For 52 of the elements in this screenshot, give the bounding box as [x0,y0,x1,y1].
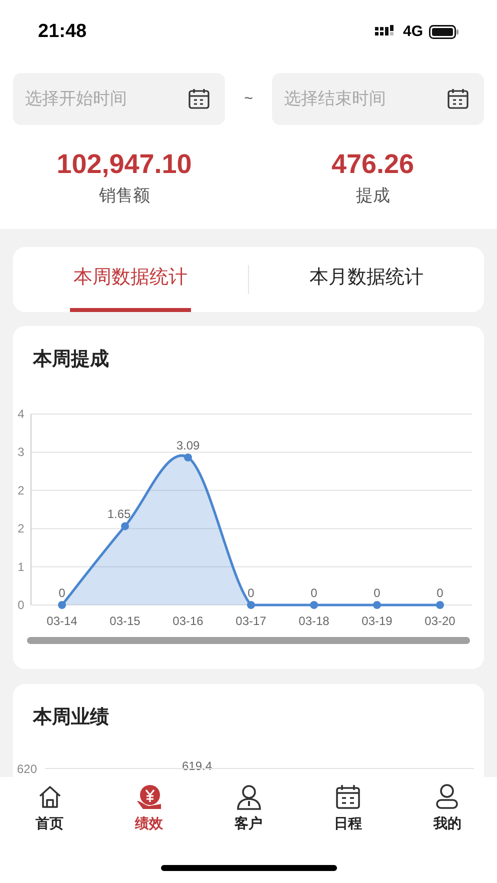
card-title: 本周提成 [32,348,110,372]
axis-label: 03-17 [236,614,266,628]
data-point [121,522,129,530]
summary-value: 476.26 [331,148,414,181]
axis-label: 2 [18,522,24,536]
axis-label: 620 [17,760,38,778]
axis-label: 03-14 [46,614,78,628]
calendar-icon [188,88,210,110]
network-type: 4G [402,22,423,42]
tab-bar-item[interactable]: 首页 [0,783,100,834]
data-label: 0 [248,586,254,600]
summary-label: 提成 [356,185,390,207]
tab-bar-item[interactable]: 客户 [198,783,298,834]
end-date-field[interactable]: 选择结束时间 [272,73,484,125]
axis-label: 03-16 [172,614,204,628]
axis-label: 1 [18,560,24,574]
data-point [58,601,66,609]
status-time: 21:48 [38,20,87,44]
axis-label: 3 [18,445,24,460]
data-label: 3.09 [176,438,200,452]
axis-label: 03-18 [298,614,330,628]
data-point [310,601,318,609]
tab-bar-item[interactable]: 日程 [298,783,398,834]
data-point [436,601,444,609]
yen-hand-icon [135,783,164,811]
axis-label: 4 [18,407,24,421]
axis-label: 03-15 [110,614,140,628]
data-label: 0 [58,586,66,600]
axis-label: 2 [18,483,24,498]
tab-bar-item[interactable]: 绩效 [99,783,199,834]
summary-label: 销售额 [98,185,150,207]
start-date-field[interactable]: 选择开始时间 [13,73,225,125]
tab[interactable]: 本周数据统计 [70,246,191,312]
data-label: 0 [310,586,318,600]
axis-label: 03-19 [362,614,392,628]
tab-bar-item[interactable]: 我的 [398,783,497,834]
data-point [247,601,255,609]
tab[interactable]: 本月数据统计 [306,246,427,312]
data-label: 0 [374,586,380,600]
calendar-icon [447,88,469,110]
card-title: 本周业绩 [32,706,110,730]
axis-label: 0 [18,598,24,612]
range-separator: ~ [243,88,254,109]
person-icon [234,783,263,811]
axis-label: 03-20 [424,614,456,628]
summary-value: 102,947.10 [56,148,192,181]
data-point [184,453,192,462]
data-point [373,601,381,609]
battery-icon [429,25,459,39]
data-label: 0 [436,586,444,600]
data-label: 1.65 [107,507,131,522]
calendar-icon [334,783,362,811]
